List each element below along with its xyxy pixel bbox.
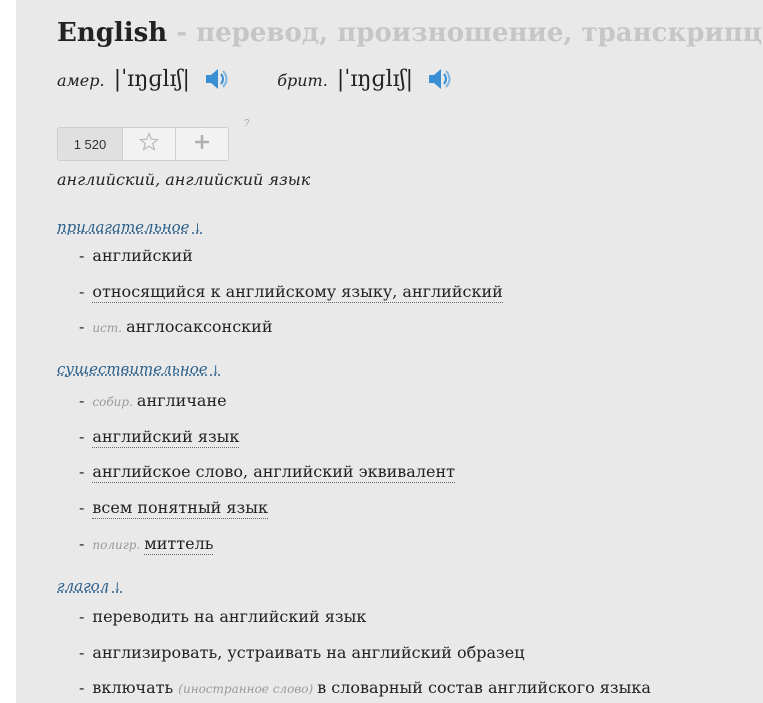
speaker-icon[interactable]	[203, 66, 229, 92]
meaning-item: - ист. англосаксонский	[79, 317, 273, 336]
meaning-link[interactable]: миттель	[144, 534, 214, 555]
meaning-item: - полигр. миттель	[79, 534, 214, 555]
usage-note: полигр.	[92, 538, 141, 552]
uk-label: брит.	[277, 71, 328, 90]
summary-translation: английский, английский язык	[57, 170, 311, 189]
entry-word: English	[57, 18, 168, 48]
meaning-item: - всем понятный язык	[79, 498, 268, 519]
pronunciation-row: амер. |ˈɪŋɡlɪʃ| брит. |ˈɪŋɡlɪʃ|	[57, 66, 452, 100]
meaning-item: - английское слово, английский эквивалент	[79, 462, 455, 483]
down-arrow-icon: ↓	[210, 363, 221, 377]
dictionary-panel: English - перевод, произношение, транскр…	[16, 0, 763, 703]
meaning-text: англизировать, устраивать на английский …	[92, 643, 525, 662]
down-arrow-icon: ↓	[112, 580, 123, 594]
entry-title: English - перевод, произношение, транскр…	[57, 18, 763, 48]
meaning-item: - относящийся к английскому языку, англий…	[79, 282, 503, 303]
meaning-item: - включать (иностранное слово) в словарный…	[79, 678, 651, 697]
pos-heading-label: прилагательное	[57, 218, 190, 236]
meaning-text: включать	[92, 678, 174, 697]
pos-heading-label: глагол	[57, 577, 110, 595]
usage-note: собир.	[92, 395, 133, 409]
meaning-item: - английский	[79, 246, 193, 265]
meaning-text: англосаксонский	[126, 317, 273, 336]
meaning-link[interactable]: всем понятный язык	[92, 498, 268, 519]
meaning-text: английский	[92, 246, 193, 265]
meaning-link[interactable]: английский язык	[92, 427, 240, 448]
rating-widget: 1 520	[57, 127, 229, 161]
uk-transcription: |ˈɪŋɡlɪʃ|	[336, 67, 414, 92]
add-button[interactable]	[175, 128, 228, 160]
meaning-item: - собир. англичане	[79, 391, 227, 410]
meaning-link[interactable]: относящийся к английскому языку, английс…	[92, 282, 503, 303]
meaning-item: - переводить на английский язык	[79, 607, 367, 626]
plus-icon	[193, 133, 211, 155]
meaning-text: англичане	[136, 391, 227, 410]
pos-heading-label: существительное	[57, 360, 208, 378]
usage-note: ист.	[92, 321, 123, 335]
help-mark[interactable]: ?	[244, 118, 250, 129]
rating-count: 1 520	[58, 128, 122, 160]
down-arrow-icon: ↓	[192, 221, 203, 235]
meaning-link[interactable]: английское слово, английский эквивалент	[92, 462, 455, 483]
meaning-text: в словарный состав английского языка	[317, 678, 651, 697]
entry-subtitle: - перевод, произношение, транскрипция	[167, 18, 763, 48]
usage-note: (иностранное слово)	[178, 682, 314, 696]
us-transcription: |ˈɪŋɡlɪʃ|	[113, 67, 190, 92]
pos-heading-verb[interactable]: глагол ↓	[57, 577, 122, 595]
meaning-item: - англизировать, устраивать на английский…	[79, 643, 525, 662]
us-label: амер.	[57, 71, 105, 90]
speaker-icon[interactable]	[426, 66, 452, 92]
pos-heading-noun[interactable]: существительное ↓	[57, 360, 221, 378]
star-icon	[138, 131, 160, 156]
meaning-item: - английский язык	[79, 427, 240, 448]
meaning-text: переводить на английский язык	[92, 607, 367, 626]
pos-heading-adjective[interactable]: прилагательное ↓	[57, 218, 203, 236]
favorite-button[interactable]	[122, 128, 175, 160]
